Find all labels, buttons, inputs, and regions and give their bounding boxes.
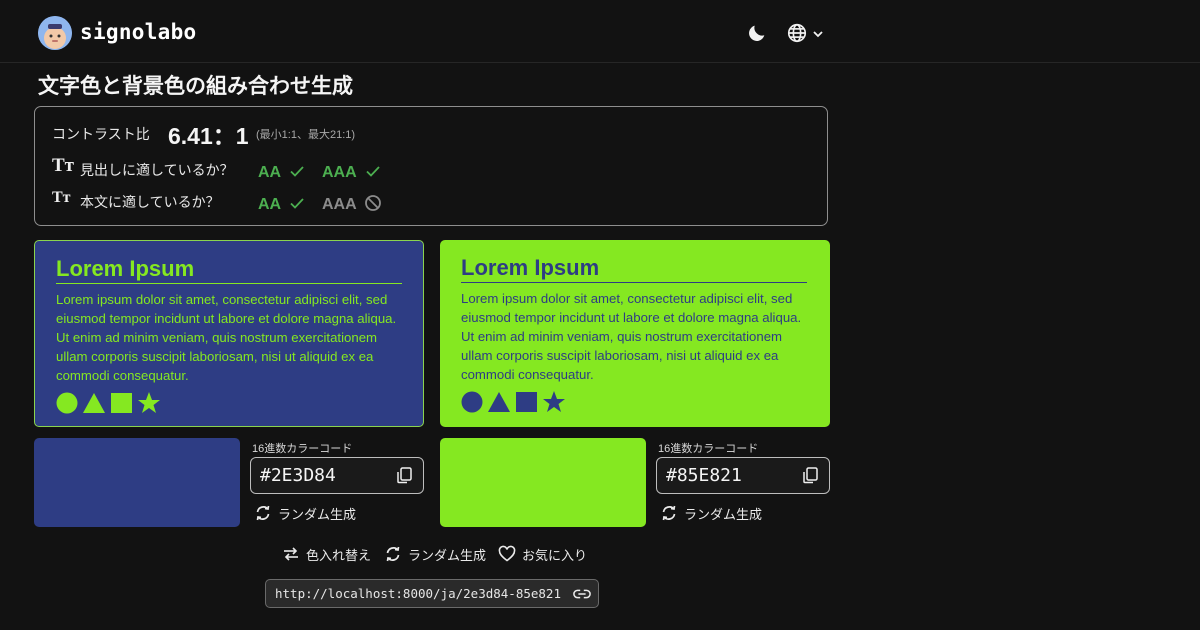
preview-card-dark: Lorem Ipsum Lorem ipsum dolor sit amet, …	[34, 240, 424, 427]
hex-value[interactable]: #2E3D84	[260, 465, 336, 486]
preview-title: Lorem Ipsum	[461, 255, 807, 283]
avatar[interactable]	[38, 16, 72, 50]
body-suitability-question: 本文に適しているか？	[80, 194, 220, 210]
prohibited-icon	[364, 195, 381, 211]
random-label: ランダム生成	[408, 547, 487, 563]
hex-code-label: 16進数カラーコード	[658, 443, 759, 455]
swap-colors-button[interactable]: 色入れ替え	[282, 544, 371, 564]
refresh-icon	[386, 546, 400, 562]
random-generate-button[interactable]: ランダム生成	[384, 544, 486, 564]
hex-code-label: 16進数カラーコード	[252, 443, 353, 455]
triangle-icon	[488, 392, 510, 412]
star-icon	[138, 392, 160, 413]
copy-icon[interactable]	[801, 466, 819, 484]
preview-body: Lorem ipsum dolor sit amet, consectetur …	[56, 292, 397, 383]
text-color-swatch[interactable]	[34, 438, 240, 527]
page-title: 文字色と背景色の組み合わせ生成	[38, 75, 353, 98]
body-aaa-grade: AAA	[322, 191, 381, 214]
header-divider	[0, 62, 1200, 63]
circle-icon	[56, 392, 78, 414]
random-label: ランダム生成	[278, 506, 357, 522]
heading-text-icon: Tт	[52, 155, 75, 176]
contrast-ratio-note: (最小1:1、最大21:1)	[256, 129, 356, 141]
heading-aa-grade: AA	[258, 159, 304, 182]
globe-icon[interactable]	[786, 22, 808, 44]
contrast-ratio-value: 6.41：1	[168, 123, 249, 149]
body-text-icon: Tт	[52, 189, 71, 206]
square-icon	[111, 393, 132, 413]
share-url-box[interactable]: http://localhost:8000/ja/2e3d84-85e821	[265, 579, 599, 608]
hex-value[interactable]: #85E821	[666, 465, 742, 486]
heart-icon	[498, 545, 516, 562]
preview-body: Lorem ipsum dolor sit amet, consectetur …	[461, 291, 802, 382]
check-icon	[290, 166, 304, 177]
check-icon	[290, 198, 304, 209]
refresh-icon	[662, 505, 676, 521]
swap-icon	[284, 547, 298, 561]
background-color-swatch[interactable]	[440, 438, 646, 527]
preview-card-light: Lorem Ipsum Lorem ipsum dolor sit amet, …	[440, 240, 830, 427]
body-aa-grade: AA	[258, 191, 304, 214]
random-text-color-button[interactable]: ランダム生成	[254, 504, 356, 522]
swap-label: 色入れ替え	[306, 547, 372, 563]
contrast-ratio-label: コントラスト比	[52, 126, 150, 142]
copy-icon[interactable]	[395, 466, 413, 484]
heading-suitability-question: 見出しに適しているか？	[80, 162, 234, 178]
share-url[interactable]: http://localhost:8000/ja/2e3d84-85e821	[275, 586, 561, 601]
refresh-icon	[256, 505, 270, 521]
triangle-icon	[83, 393, 105, 413]
heading-aaa-grade: AAA	[322, 159, 380, 182]
brand-name[interactable]: signolabo	[80, 20, 197, 44]
moon-icon[interactable]	[746, 22, 768, 44]
favorite-button[interactable]: お気に入り	[498, 544, 587, 564]
preview-title: Lorem Ipsum	[56, 256, 402, 284]
random-label: ランダム生成	[684, 506, 763, 522]
random-background-color-button[interactable]: ランダム生成	[660, 504, 762, 522]
preview-shapes	[461, 391, 565, 413]
chevron-down-icon[interactable]	[812, 27, 824, 39]
preview-shapes	[56, 392, 160, 414]
check-icon	[365, 166, 380, 177]
background-color-hex-input[interactable]: #85E821	[656, 457, 830, 494]
favorite-label: お気に入り	[522, 547, 588, 563]
text-color-hex-input[interactable]: #2E3D84	[250, 457, 424, 494]
circle-icon	[461, 391, 483, 413]
link-icon[interactable]	[573, 586, 591, 602]
square-icon	[516, 392, 537, 412]
star-icon	[543, 391, 565, 412]
